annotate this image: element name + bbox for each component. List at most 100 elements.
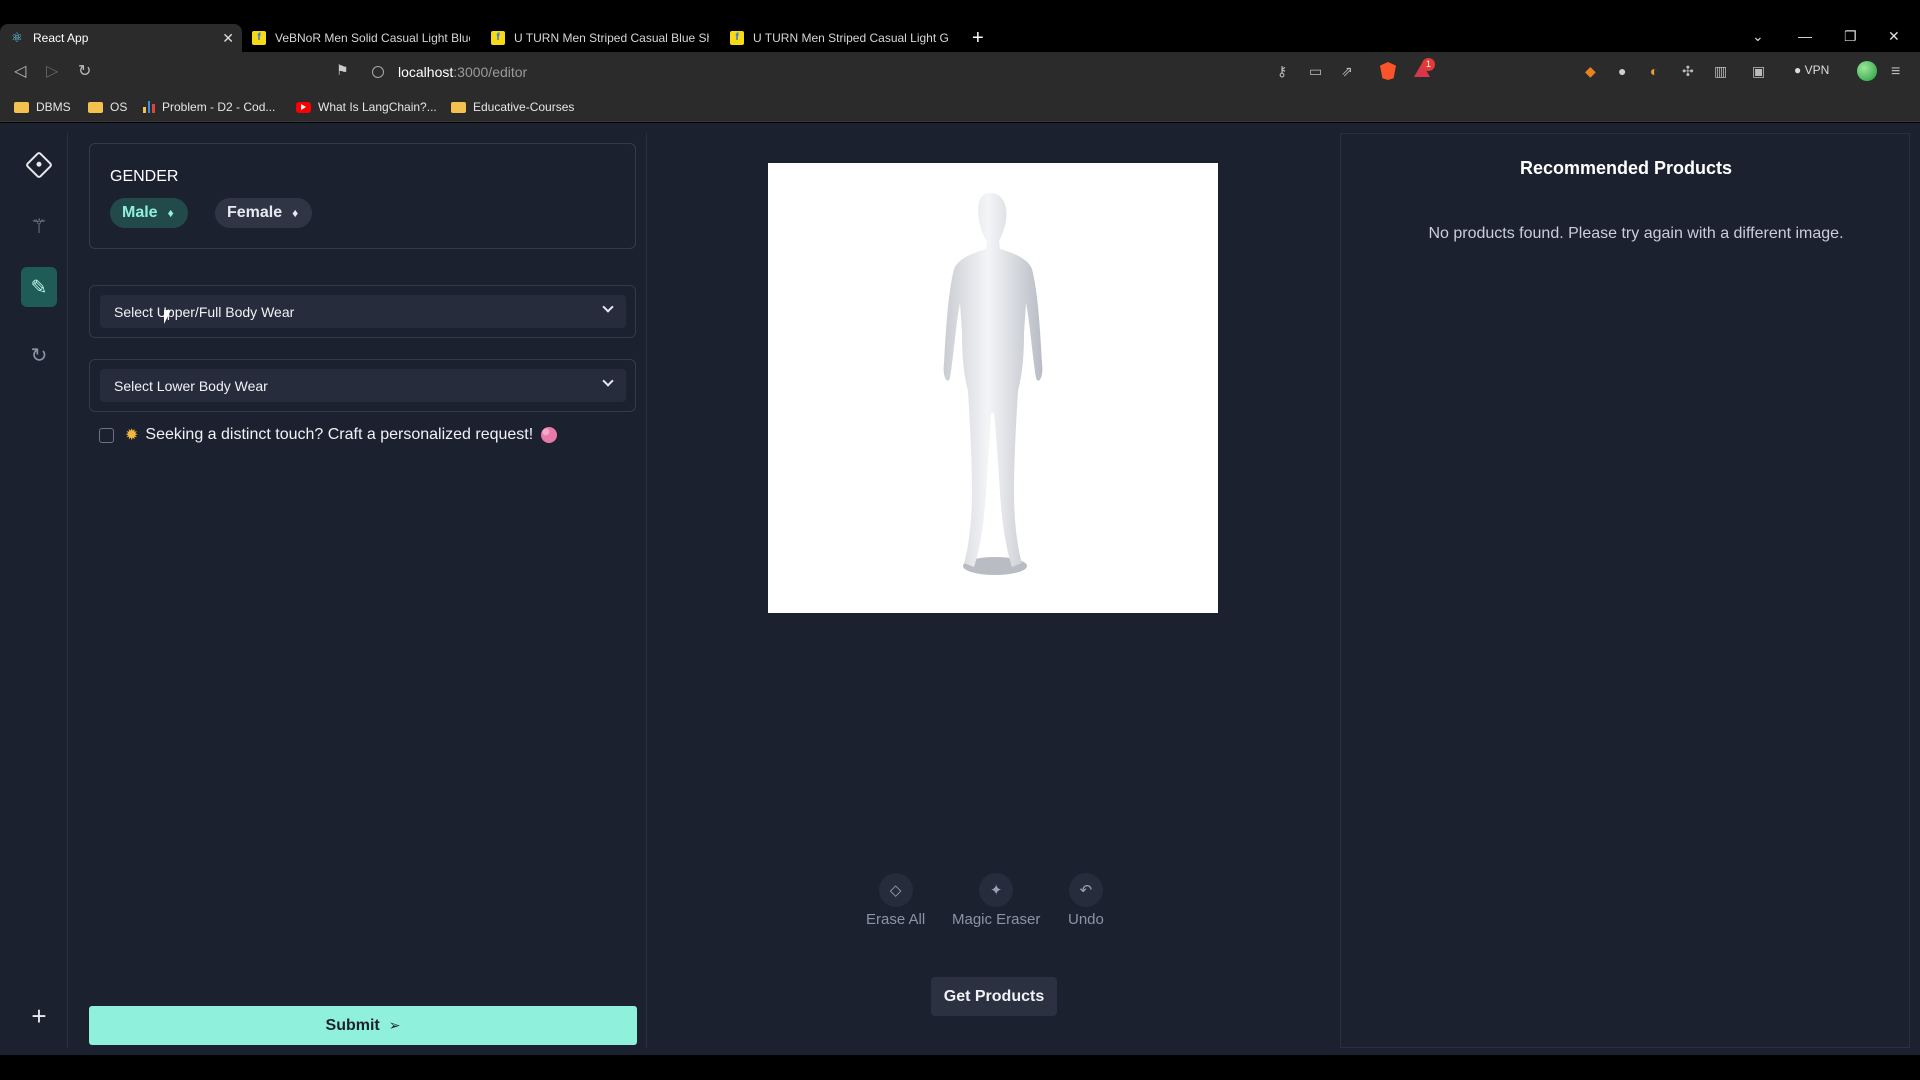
send-icon: ➢	[388, 1017, 401, 1033]
gender-card: GENDER Male ♦ Female ♦	[89, 143, 636, 249]
eraser-icon: ◇	[878, 873, 913, 907]
gender-male-label: Male	[122, 204, 158, 221]
reload-icon[interactable]: ↻	[78, 62, 91, 82]
password-key-icon[interactable]: ⚷	[1277, 63, 1287, 80]
bookmark-label: DBMS	[36, 100, 71, 114]
gender-title: GENDER	[110, 168, 179, 185]
sparkles-icon: ✦	[979, 873, 1014, 907]
bookmark-educative[interactable]: Educative-Courses	[451, 100, 574, 114]
menu-icon[interactable]: ≡	[1891, 63, 1900, 81]
tab-uturn-blue-shirt[interactable]: f U TURN Men Striped Casual Blue Shirt	[481, 24, 719, 52]
image-canvas[interactable]	[768, 163, 1218, 613]
close-window-icon[interactable]: ✕	[1888, 28, 1900, 45]
bookmark-os[interactable]: OS	[88, 100, 127, 114]
tab-list-chevron-icon[interactable]: ⌄	[1752, 28, 1764, 45]
male-icon: ♦	[167, 206, 174, 220]
notification-badge: 1	[1422, 58, 1435, 71]
bookmark-label: OS	[110, 100, 128, 114]
magic-eraser-label: Magic Eraser	[952, 911, 1041, 928]
flipkart-icon: f	[491, 31, 505, 45]
browser-tab-bar: ⚛ React App ✕ f VeBNoR Men Solid Casual …	[0, 0, 1920, 52]
custom-request-row: ✹ Seeking a distinct touch? Craft a pers…	[99, 425, 558, 445]
folder-icon	[88, 101, 103, 113]
url-field[interactable]: ⚑ localhost:3000/editor	[336, 58, 1380, 86]
extension-icon[interactable]: ◐	[1650, 63, 1658, 79]
back-icon[interactable]: ◁	[14, 62, 26, 82]
close-tab-icon[interactable]: ✕	[222, 30, 234, 47]
lower-wear-select[interactable]: Select Lower Body Wear	[100, 369, 626, 402]
bookmark-label: Educative-Courses	[473, 100, 575, 114]
minimize-icon[interactable]: —	[1798, 28, 1812, 44]
upper-wear-select[interactable]: Select Upper/Full Body Wear	[100, 295, 626, 328]
undo-button[interactable]: ↶ Undo	[1068, 873, 1104, 928]
empty-state-message: No products found. Please try again with…	[1428, 225, 1844, 242]
sidebar-toggle-icon[interactable]: ▥	[1714, 63, 1727, 80]
url-host: localhost	[398, 64, 454, 80]
history-icon[interactable]: ↻	[22, 338, 56, 372]
tab-vebnor-shirt[interactable]: f VeBNoR Men Solid Casual Light Blue S	[242, 24, 480, 52]
submit-button[interactable]: Submit ➢	[89, 1006, 637, 1045]
bookmark-label: What Is LangChain?...	[318, 100, 437, 114]
female-icon: ♦	[292, 206, 299, 220]
bookmark-dbms[interactable]: DBMS	[14, 100, 71, 114]
custom-request-label: Seeking a distinct touch? Craft a person…	[145, 426, 534, 443]
codeforces-icon	[143, 101, 156, 113]
site-info-icon[interactable]	[372, 66, 384, 78]
sun-icon: ✹	[125, 427, 139, 444]
tab-title: React App	[33, 31, 89, 45]
brave-shield-icon[interactable]	[1380, 62, 1396, 80]
erase-all-button[interactable]: ◇ Erase All	[866, 873, 925, 928]
extensions-puzzle-icon[interactable]: ✣	[1682, 63, 1694, 80]
metamask-extension-icon[interactable]: ◆	[1585, 63, 1596, 80]
bookmark-langchain[interactable]: What Is LangChain?...	[296, 100, 437, 114]
cast-icon[interactable]: ▭	[1309, 63, 1322, 80]
react-icon: ⚛	[11, 30, 23, 45]
taskbar-strip	[0, 1055, 1920, 1080]
new-tab-icon[interactable]: +	[972, 27, 984, 49]
chevron-down-icon	[602, 301, 614, 313]
url-path: :3000/editor	[453, 64, 528, 80]
flipkart-icon: f	[252, 31, 266, 45]
magic-eraser-button[interactable]: ✦ Magic Eraser	[952, 873, 1040, 928]
bookmark-icon[interactable]: ⚑	[336, 62, 349, 79]
gender-female-label: Female	[227, 204, 283, 221]
upper-wear-select-card: Select Upper/Full Body Wear	[89, 285, 636, 338]
wallet-icon[interactable]: ▣	[1752, 63, 1765, 80]
extension-icon[interactable]: ●	[1618, 63, 1626, 79]
chevron-down-icon	[602, 375, 614, 387]
bookmark-codeforces[interactable]: Problem - D2 - Cod...	[143, 100, 275, 114]
restore-icon[interactable]: ❐	[1844, 28, 1857, 45]
forward-icon[interactable]: ▷	[46, 62, 58, 82]
editor-options-panel: GENDER Male ♦ Female ♦ Select Upper/Full…	[79, 133, 647, 1048]
gender-female-button[interactable]: Female ♦	[215, 198, 313, 228]
recommended-products-panel: Recommended Products No products found. …	[1340, 133, 1910, 1048]
folder-icon	[451, 101, 466, 113]
get-products-button[interactable]: Get Products	[931, 977, 1057, 1016]
youtube-icon	[296, 101, 311, 113]
address-bar: ◁ ▷ ↻ ⚑ localhost:3000/editor	[0, 52, 1920, 92]
undo-icon: ↶	[1068, 873, 1103, 907]
vpn-button[interactable]: ● VPN	[1794, 63, 1829, 77]
edit-icon[interactable]: ✎	[21, 267, 57, 307]
flipkart-icon: f	[730, 31, 744, 45]
bookmarks-bar: DBMS OS Problem - D2 - Cod... What Is La…	[0, 92, 1920, 122]
icon-rail: ⚚ ✎ ↻ +	[10, 133, 68, 1048]
share-icon[interactable]: ⇗	[1341, 63, 1353, 80]
tab-uturn-grey-shirt[interactable]: f U TURN Men Striped Casual Light Gre	[720, 24, 958, 52]
profile-avatar[interactable]	[1857, 61, 1877, 81]
add-icon[interactable]: +	[22, 999, 56, 1033]
lower-wear-select-card: Select Lower Body Wear	[89, 359, 636, 412]
magic-wand-icon[interactable]: ⚚	[22, 209, 56, 243]
custom-request-checkbox[interactable]	[99, 427, 114, 443]
upper-wear-select-label: Select Upper/Full Body Wear	[114, 303, 295, 320]
tab-title: U TURN Men Striped Casual Light Gre	[753, 31, 948, 45]
recommended-products-title: Recommended Products	[1519, 158, 1733, 178]
folder-icon	[14, 101, 29, 113]
bookmark-label: Problem - D2 - Cod...	[162, 100, 276, 114]
gender-male-button[interactable]: Male ♦	[110, 198, 188, 228]
app-root: ⚚ ✎ ↻ + GENDER Male ♦ Female ♦ Select Up…	[0, 123, 1920, 1055]
tab-react-app[interactable]: ⚛ React App ✕	[0, 24, 242, 52]
logo-icon[interactable]	[22, 148, 56, 182]
get-products-label: Get Products	[943, 987, 1045, 1005]
mannequin-image	[943, 193, 1043, 575]
